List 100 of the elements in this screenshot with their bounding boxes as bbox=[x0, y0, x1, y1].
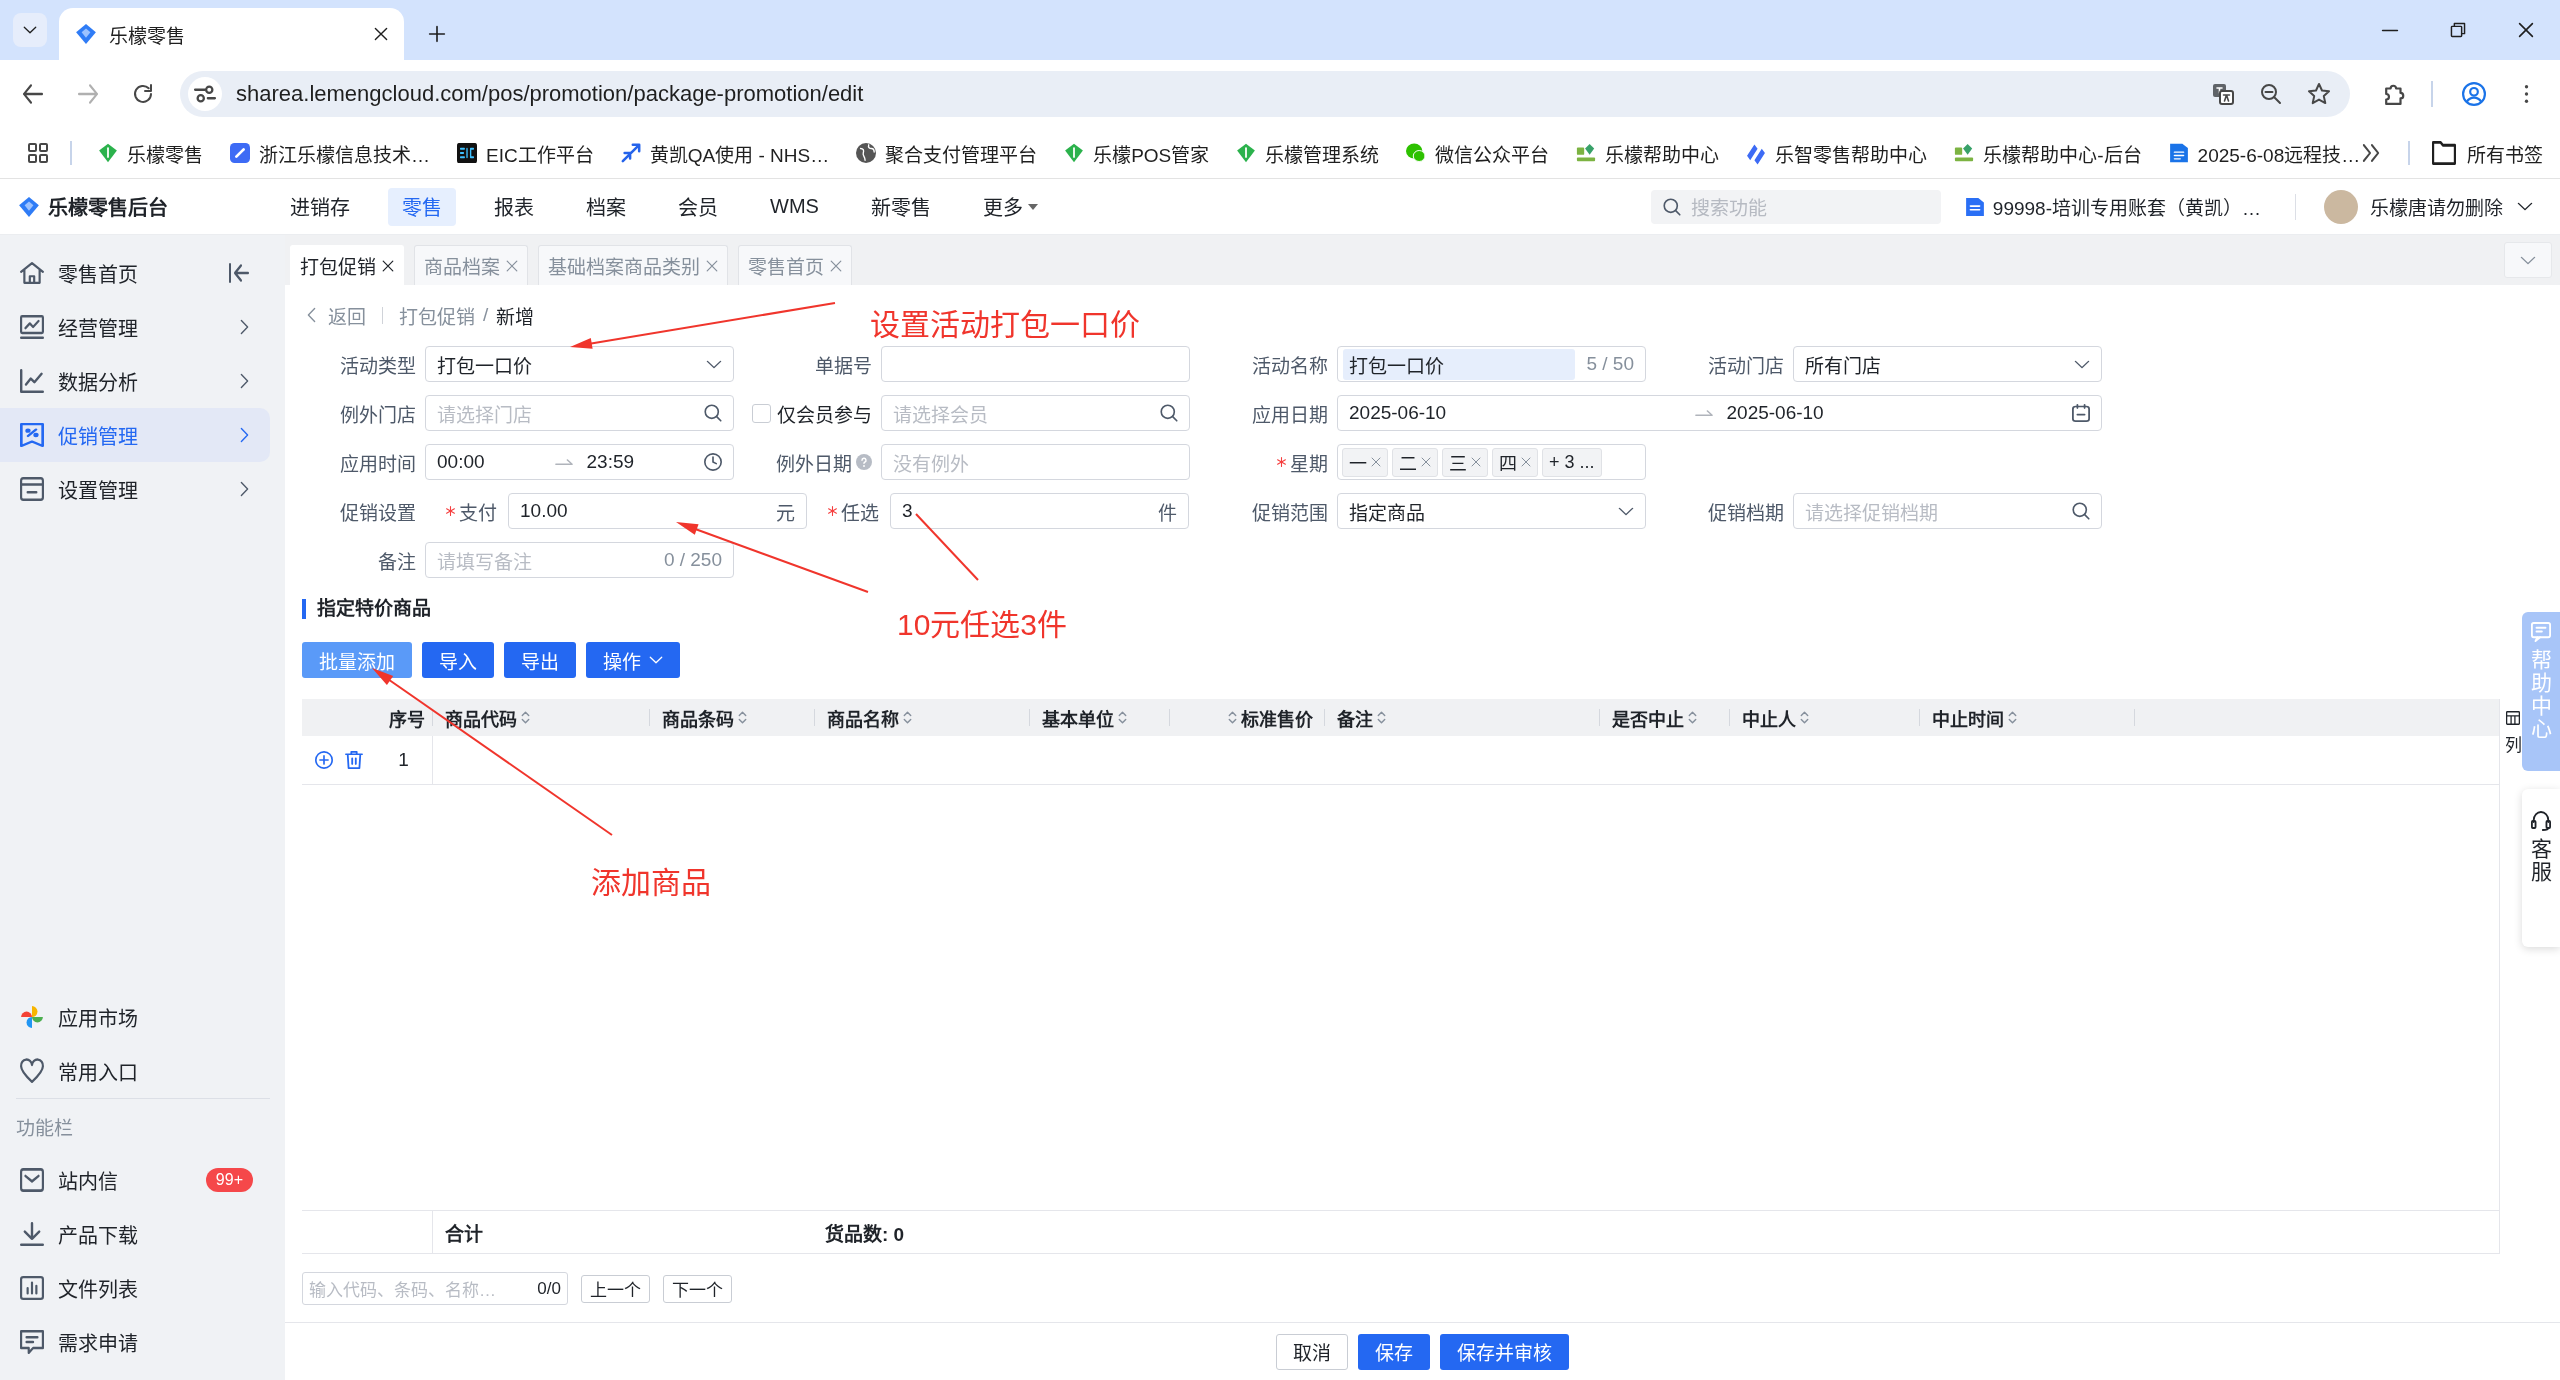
text-field[interactable]: 打包一口价 5 / 50 bbox=[1337, 346, 1646, 382]
bookmark[interactable]: 乐檬零售 bbox=[98, 139, 203, 167]
sidebar-item[interactable]: 经营管理 bbox=[0, 300, 270, 354]
weekday-tag[interactable]: 一 bbox=[1342, 447, 1388, 477]
sort-icon[interactable] bbox=[1688, 711, 1697, 724]
column-header[interactable]: 基本单位 bbox=[1030, 699, 1170, 736]
close-icon[interactable] bbox=[374, 27, 388, 41]
bookmark[interactable]: 浙江乐檬信息技术… bbox=[230, 139, 430, 167]
number-field[interactable]: 10.00 元 bbox=[508, 493, 807, 529]
actions-menu-button[interactable]: 操作 bbox=[586, 642, 680, 678]
more-tag[interactable]: + 3 ... bbox=[1542, 447, 1602, 477]
bookmark[interactable]: 乐檬管理系统 bbox=[1236, 139, 1380, 167]
sort-icon[interactable] bbox=[1118, 711, 1127, 724]
column-header[interactable]: 中止时间 bbox=[1920, 699, 2135, 736]
export-button[interactable]: 导出 bbox=[504, 642, 576, 678]
bookmark[interactable]: 乐檬帮助中心 bbox=[1576, 139, 1720, 167]
zoom-out-icon[interactable] bbox=[2260, 83, 2282, 105]
column-header[interactable]: 备注 bbox=[1325, 699, 1600, 736]
browser-tab[interactable]: 乐檬零售 bbox=[59, 8, 404, 60]
checkbox-label[interactable]: 仅会员参与 bbox=[777, 399, 872, 427]
collapse-icon[interactable] bbox=[229, 263, 249, 283]
customer-service-tab[interactable]: 客服 bbox=[2522, 789, 2560, 947]
double-chevron-icon[interactable] bbox=[2362, 144, 2380, 162]
bookmark[interactable]: EIC工作平台 bbox=[457, 139, 594, 167]
bookmark[interactable]: 乐檬POS管家 bbox=[1064, 139, 1210, 167]
close-icon[interactable] bbox=[2518, 22, 2534, 38]
star-icon[interactable] bbox=[2308, 83, 2330, 105]
sidebar-item[interactable]: 常用入口 bbox=[0, 1044, 270, 1098]
nav-tab[interactable]: 零售 bbox=[388, 187, 456, 226]
sidebar-item[interactable]: 促销管理 bbox=[0, 408, 270, 462]
bookmark[interactable]: 微信公众平台 bbox=[1406, 139, 1550, 167]
arrow-right-icon[interactable] bbox=[77, 83, 99, 105]
bookmark[interactable]: 乐檬帮助中心-后台 bbox=[1954, 139, 2142, 167]
reload-icon[interactable] bbox=[132, 83, 154, 105]
sidebar-item[interactable]: 设置管理 bbox=[0, 462, 270, 516]
more-icon[interactable] bbox=[2524, 84, 2529, 104]
sidebar-item[interactable]: 应用市场 bbox=[0, 990, 270, 1044]
save-and-approve-button[interactable]: 保存并审核 bbox=[1440, 1333, 1569, 1370]
column-header[interactable]: 标准售价 bbox=[1170, 699, 1325, 736]
next-button[interactable]: 下一个 bbox=[663, 1274, 732, 1303]
sort-icon[interactable] bbox=[1377, 711, 1386, 724]
column-header[interactable]: 商品名称 bbox=[815, 699, 1030, 736]
sliders-icon[interactable] bbox=[188, 77, 222, 111]
column-header[interactable]: 商品条码 bbox=[650, 699, 815, 736]
cancel-button[interactable]: 取消 bbox=[1276, 1333, 1348, 1370]
restore-icon[interactable] bbox=[2450, 22, 2466, 38]
arrow-left-icon[interactable] bbox=[22, 83, 44, 105]
account-name[interactable]: 99998-培训专用账套（黄凯）… bbox=[1992, 193, 2261, 220]
nav-tab[interactable]: 更多 bbox=[968, 187, 1052, 226]
nav-tab[interactable]: WMS bbox=[756, 187, 833, 226]
minimize-icon[interactable] bbox=[2381, 28, 2399, 32]
nav-tab[interactable]: 会员 bbox=[664, 187, 732, 226]
sort-icon[interactable] bbox=[1228, 711, 1237, 724]
sidebar-item[interactable]: 零售首页 bbox=[0, 246, 270, 300]
import-button[interactable]: 导入 bbox=[422, 642, 494, 678]
sort-icon[interactable] bbox=[738, 711, 747, 724]
user-name[interactable]: 乐檬唐请勿删除 bbox=[2370, 193, 2503, 220]
address-bar[interactable]: sharea.lemengcloud.com/pos/promotion/package-promotion/edit bbox=[180, 71, 2350, 117]
sidebar-item[interactable]: 产品下载 bbox=[0, 1207, 270, 1261]
nav-tab[interactable]: 新零售 bbox=[856, 187, 945, 226]
weekday-tag[interactable]: 二 bbox=[1392, 447, 1438, 477]
sort-icon[interactable] bbox=[903, 711, 912, 724]
sort-icon[interactable] bbox=[1800, 711, 1809, 724]
add-circle-icon[interactable] bbox=[315, 751, 333, 769]
tab-list-button[interactable] bbox=[13, 13, 47, 47]
close-icon[interactable] bbox=[382, 259, 394, 272]
profile-icon[interactable] bbox=[2462, 82, 2486, 106]
bookmark[interactable]: 黄凯QA使用 - NHS… bbox=[620, 139, 830, 167]
multi-select-field[interactable]: 一 二 三 四 + 3 ... bbox=[1337, 444, 1646, 480]
translate-icon[interactable] bbox=[2212, 83, 2234, 105]
save-button[interactable]: 保存 bbox=[1358, 1333, 1430, 1370]
chevron-down-icon[interactable] bbox=[2517, 202, 2533, 211]
sort-icon[interactable] bbox=[521, 711, 530, 724]
help-icon[interactable] bbox=[856, 454, 872, 470]
bookmark[interactable]: 2025-6-08远程技… bbox=[2168, 139, 2361, 167]
bookmark[interactable]: 乐智零售帮助中心 bbox=[1746, 139, 1928, 167]
puzzle-icon[interactable] bbox=[2384, 83, 2406, 105]
all-bookmarks-button[interactable]: 所有书签 bbox=[2432, 139, 2543, 167]
page-tab[interactable]: 打包促销 bbox=[290, 245, 404, 285]
sort-icon[interactable] bbox=[2008, 711, 2017, 724]
nav-tab[interactable]: 档案 bbox=[572, 187, 640, 226]
previous-button[interactable]: 上一个 bbox=[581, 1274, 650, 1303]
sidebar-item[interactable]: 数据分析 bbox=[0, 354, 270, 408]
column-header[interactable]: 是否中止 bbox=[1600, 699, 1730, 736]
weekday-tag[interactable]: 四 bbox=[1492, 447, 1538, 477]
apps-grid-icon[interactable] bbox=[28, 143, 48, 163]
nav-tab[interactable]: 报表 bbox=[480, 187, 548, 226]
column-settings-button[interactable]: 列 bbox=[2503, 699, 2523, 756]
sidebar-item[interactable]: 站内信 99+ bbox=[0, 1153, 270, 1207]
bookmark[interactable]: 聚合支付管理平台 bbox=[856, 139, 1038, 167]
time-range-field[interactable]: 00:00 23:59 bbox=[425, 444, 734, 480]
text-field[interactable] bbox=[881, 346, 1190, 382]
select-field[interactable]: 所有门店 bbox=[1793, 346, 2102, 382]
number-field[interactable]: 3 件 bbox=[890, 493, 1189, 529]
checkbox[interactable] bbox=[752, 403, 771, 423]
sidebar-item[interactable]: 需求申请 bbox=[0, 1315, 270, 1369]
select-field[interactable]: 指定商品 bbox=[1337, 493, 1646, 529]
trash-icon[interactable] bbox=[345, 751, 363, 769]
search-field[interactable]: 输入代码、条码、名称… 0/0 bbox=[302, 1272, 568, 1305]
weekday-tag[interactable]: 三 bbox=[1442, 447, 1488, 477]
